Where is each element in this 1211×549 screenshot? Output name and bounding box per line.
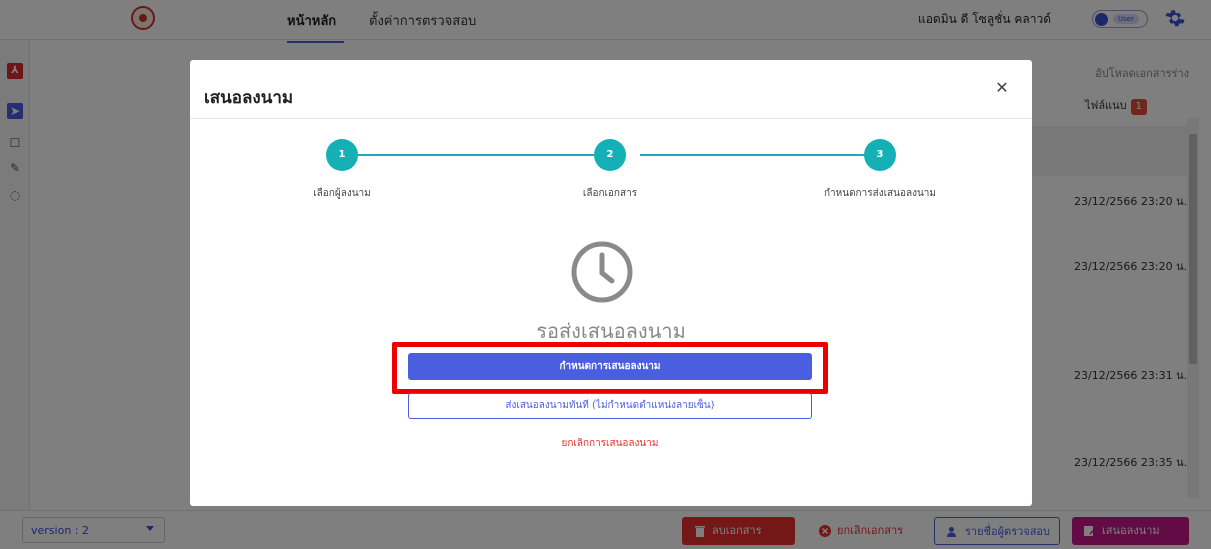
step-3-indicator: 3 [864, 139, 896, 171]
clock-icon [571, 241, 633, 303]
step-3-label: กำหนดการส่งเสนอลงนาม [823, 188, 937, 199]
stepper-connector [355, 154, 605, 156]
close-icon[interactable]: ✕ [994, 80, 1010, 96]
step-2-label: เลือกเอกสาร [582, 188, 638, 199]
dialog-divider [190, 118, 1032, 119]
step-2-indicator: 2 [594, 139, 626, 171]
cancel-signing-link[interactable]: ยกเลิกการเสนอลงนาม [408, 436, 812, 451]
dialog-title: เสนอลงนาม [204, 88, 294, 108]
set-signing-button[interactable]: กำหนดการเสนอลงนาม [408, 353, 812, 380]
send-now-button[interactable]: ส่งเสนอลงนามทันที (ไม่กำหนดตำแหน่งลายเซ็… [408, 393, 812, 419]
step-1-label: เลือกผู้ลงนาม [313, 188, 371, 199]
step-1-indicator: 1 [326, 139, 358, 171]
stepper-connector [640, 154, 875, 156]
